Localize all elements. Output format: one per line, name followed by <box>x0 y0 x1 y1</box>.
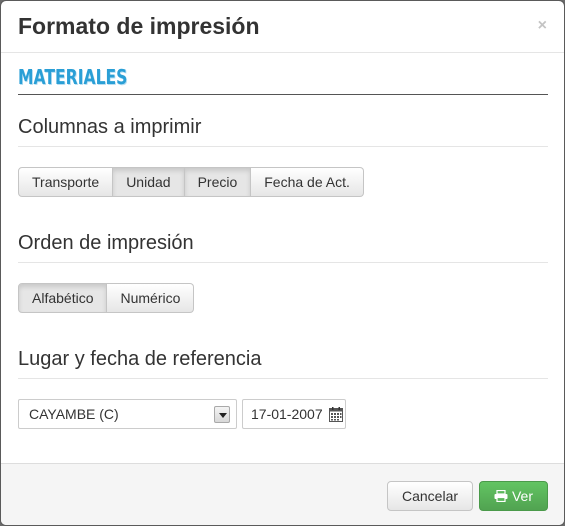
view-button-label: Ver <box>511 488 533 504</box>
place-select[interactable]: CAYAMBE (C) <box>18 399 237 429</box>
columns-group-title: Columnas a imprimir <box>18 116 202 138</box>
order-group-divider <box>18 262 548 263</box>
columns-group-divider <box>18 146 548 147</box>
view-button[interactable]: Ver <box>479 481 548 511</box>
reference-group-divider <box>18 378 548 379</box>
cancel-button[interactable]: Cancelar <box>387 481 473 511</box>
dialog-header: Formato de impresión × <box>1 1 564 53</box>
order-option-numerico[interactable]: Numérico <box>107 283 195 313</box>
print-format-dialog: Formato de impresión × MATERIALES Column… <box>0 0 565 526</box>
section-heading: MATERIALES <box>18 65 128 89</box>
place-select-value: CAYAMBE (C) <box>29 406 119 422</box>
order-button-group: Alfabético Numérico <box>18 283 195 313</box>
reference-group-title: Lugar y fecha de referencia <box>18 348 262 370</box>
calendar-icon[interactable] <box>329 407 343 422</box>
column-toggle-fecha[interactable]: Fecha de Act. <box>251 167 364 197</box>
columns-button-group: Transporte Unidad Precio Fecha de Act. <box>18 167 364 197</box>
reference-date-value: 17-01-2007 <box>251 406 323 422</box>
column-toggle-unidad[interactable]: Unidad <box>113 167 185 197</box>
order-option-alfabetico[interactable]: Alfabético <box>18 283 108 313</box>
order-group-title: Orden de impresión <box>18 232 194 254</box>
column-toggle-precio[interactable]: Precio <box>184 167 252 197</box>
column-toggle-transporte[interactable]: Transporte <box>18 167 114 197</box>
dialog-footer: Cancelar Ver <box>1 463 564 525</box>
reference-date-field[interactable]: 17-01-2007 <box>242 399 346 429</box>
chevron-down-icon[interactable] <box>214 406 230 423</box>
dialog-title: Formato de impresión <box>18 13 260 39</box>
close-icon[interactable]: × <box>538 16 547 36</box>
section-divider <box>18 94 548 95</box>
print-icon <box>494 490 508 502</box>
